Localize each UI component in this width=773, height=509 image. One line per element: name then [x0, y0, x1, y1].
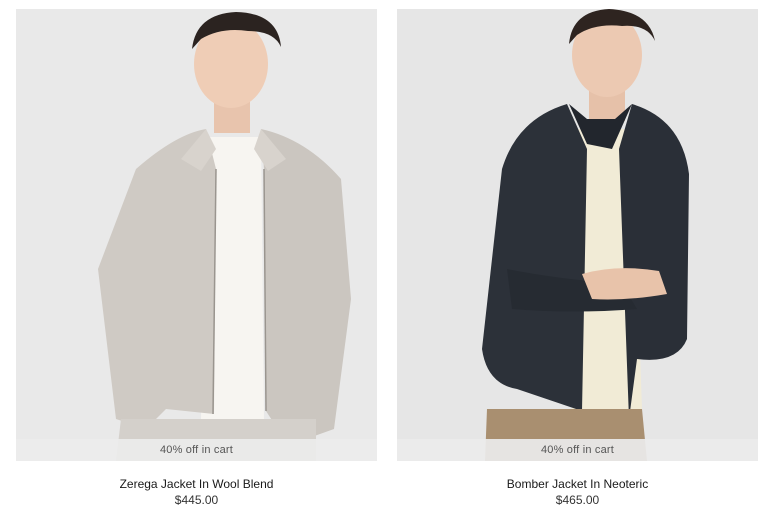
- product-name[interactable]: Zerega Jacket In Wool Blend: [16, 477, 377, 491]
- product-price: $445.00: [174, 493, 219, 507]
- product-name[interactable]: Bomber Jacket In Neoteric: [397, 477, 758, 491]
- product-price: $465.00: [555, 493, 600, 507]
- product-card[interactable]: 40% off in cart Zerega Jacket In Wool Bl…: [16, 9, 377, 507]
- product-photo-illustration: [98, 12, 351, 461]
- product-card[interactable]: 40% off in cart Bomber Jacket In Neoteri…: [397, 9, 758, 507]
- product-image[interactable]: 40% off in cart: [16, 9, 377, 461]
- product-grid: 40% off in cart Zerega Jacket In Wool Bl…: [0, 0, 773, 509]
- product-image[interactable]: 40% off in cart: [397, 9, 758, 461]
- product-photo-illustration: [482, 9, 689, 461]
- promo-badge: 40% off in cart: [16, 439, 377, 461]
- promo-badge: 40% off in cart: [397, 439, 758, 461]
